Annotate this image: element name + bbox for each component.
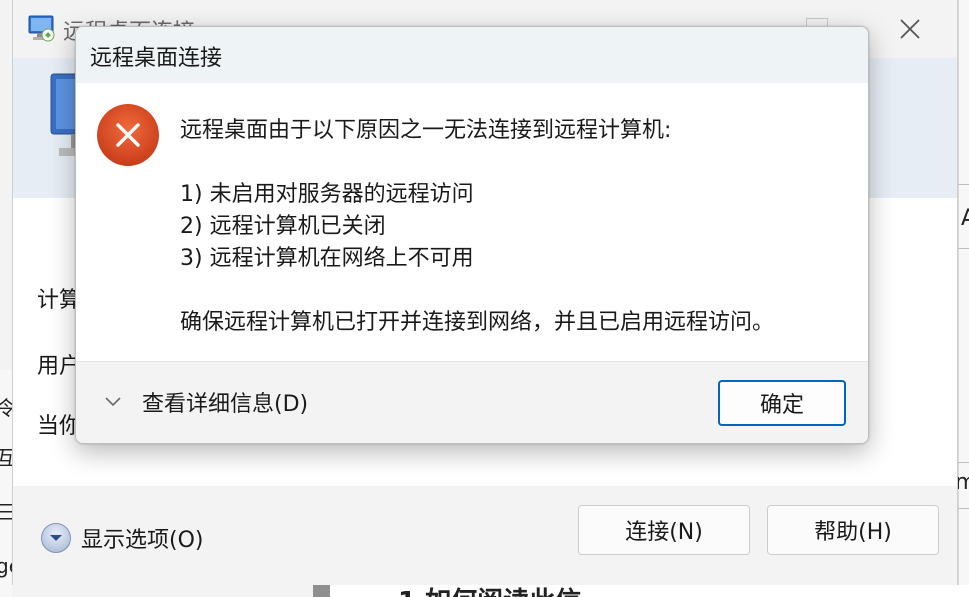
- close-button[interactable]: [889, 10, 931, 48]
- background-text: A: [961, 206, 969, 231]
- chevron-down-icon: [105, 397, 121, 407]
- chevron-down-icon: [41, 523, 71, 553]
- connect-button[interactable]: 连接(N): [578, 505, 750, 555]
- remote-desktop-icon: [28, 15, 55, 42]
- ok-button[interactable]: 确定: [718, 380, 846, 426]
- details-label: 查看详细信息(D): [142, 392, 309, 417]
- message-intro: 远程桌面由于以下原因之一无法连接到远程计算机:: [180, 118, 672, 143]
- close-icon: [900, 19, 920, 39]
- show-options-label: 显示选项(O): [81, 528, 204, 553]
- error-dialog: 远程桌面连接 远程桌面由于以下原因之一无法连接到远程计算机: 1) 未启用对服务…: [75, 26, 869, 444]
- details-toggle[interactable]: 查看详细信息(D): [104, 386, 308, 418]
- background-divider: [958, 184, 969, 185]
- dialog-titlebar: 远程桌面连接: [76, 27, 868, 83]
- reason-item: 1) 未启用对服务器的远程访问: [180, 182, 474, 207]
- background-heading: 1 如何阅读此信: [398, 585, 581, 597]
- show-options-toggle[interactable]: 显示选项(O): [41, 522, 203, 554]
- help-button[interactable]: 帮助(H): [767, 505, 939, 555]
- dialog-footer: 查看详细信息(D) 确定: [76, 361, 868, 443]
- dialog-title: 远程桌面连接: [90, 46, 223, 71]
- error-icon: [97, 104, 159, 166]
- reason-item: 3) 远程计算机在网络上不可用: [180, 246, 474, 271]
- background-divider: [958, 248, 969, 249]
- background-window-left: 令 互 三 ge: [0, 370, 21, 597]
- message-advice: 确保远程计算机已打开并连接到网络，并且已启用远程访问。: [180, 310, 775, 335]
- reason-item: 2) 远程计算机已关闭: [180, 214, 386, 239]
- dialog-message: 远程桌面由于以下原因之一无法连接到远程计算机: 1) 未启用对服务器的远程访问 …: [180, 115, 774, 339]
- background-divider: [958, 462, 969, 463]
- background-scrollbar: [313, 585, 330, 597]
- background-divider: [958, 508, 969, 509]
